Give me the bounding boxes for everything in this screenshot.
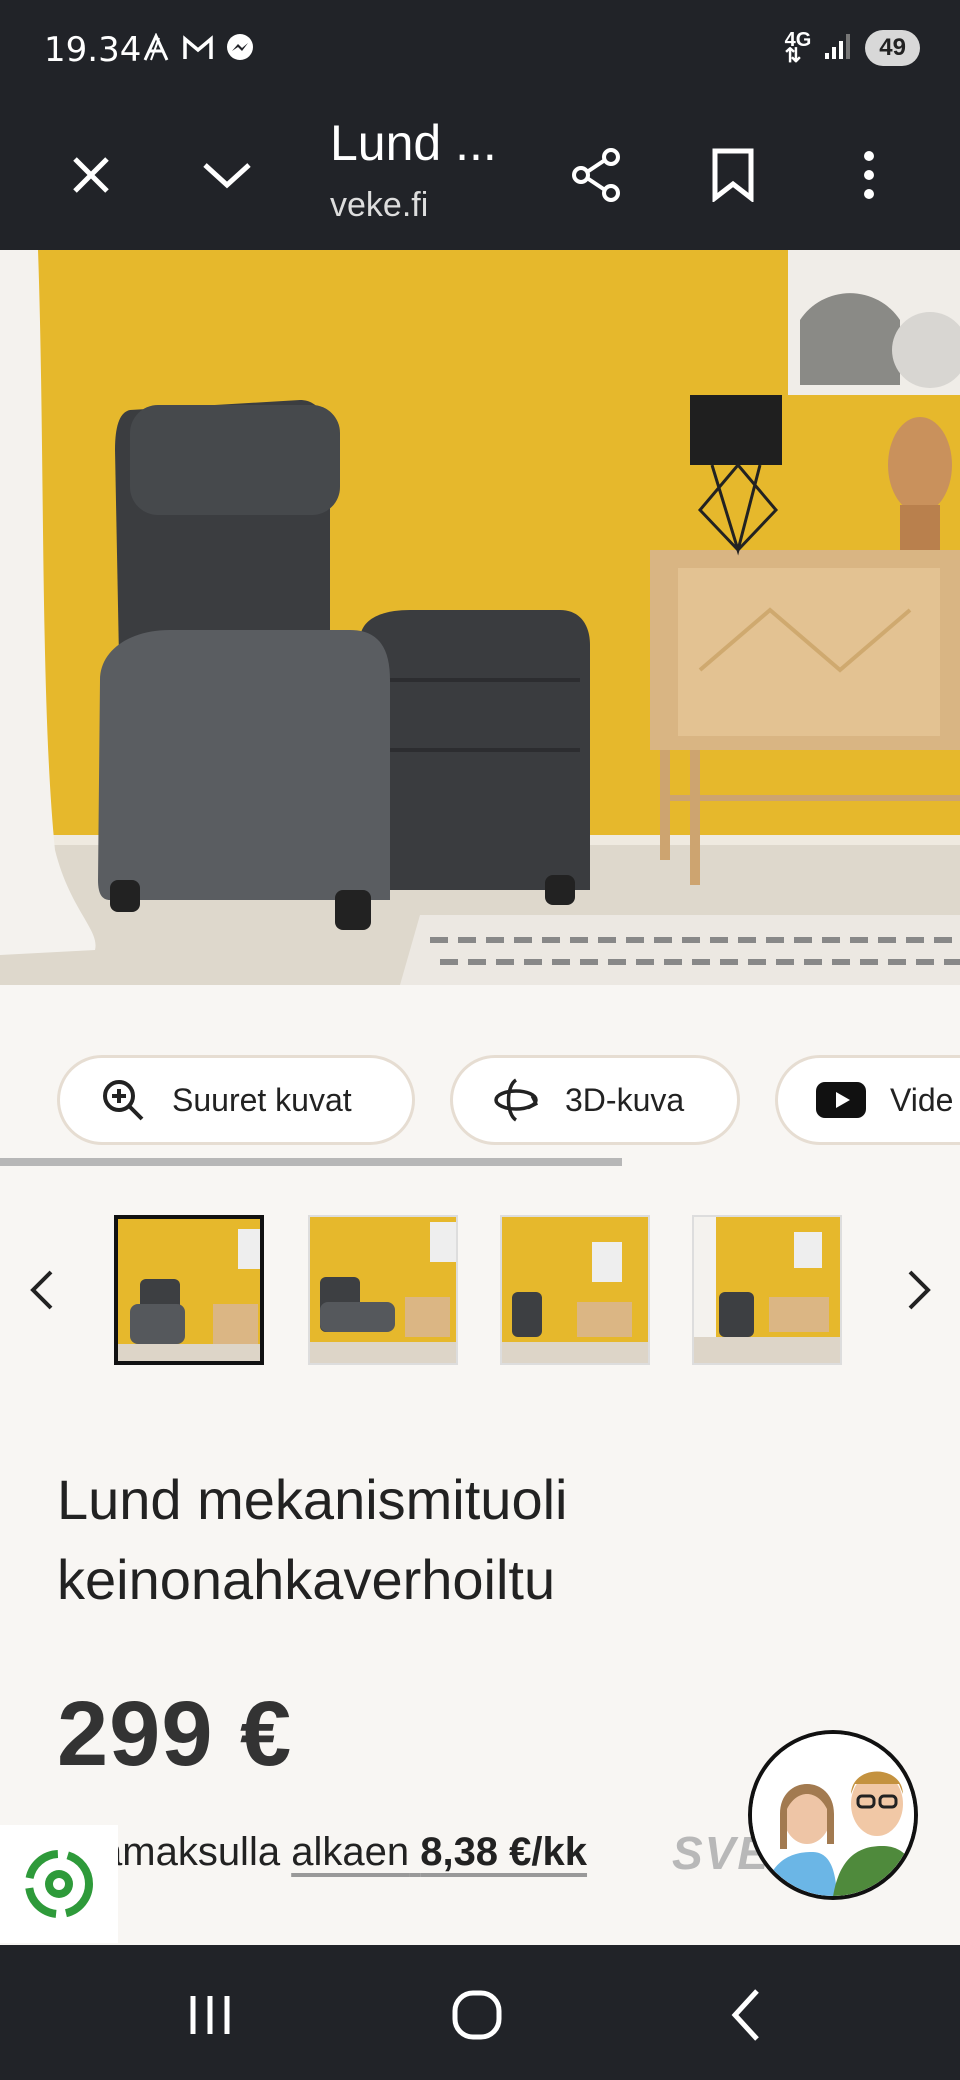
thumbnail-1[interactable] — [114, 1215, 264, 1365]
thumbnail-3[interactable] — [500, 1215, 650, 1365]
status-bar: 19.34 4G ⇅ 49 — [0, 0, 960, 100]
financing-info: ämaksulla alkaen 8,38 €/kk — [100, 1830, 587, 1875]
large-images-button[interactable]: Suuret kuvat — [57, 1055, 415, 1145]
page-title[interactable]: Lund ... — [330, 114, 497, 172]
eco-badge[interactable] — [0, 1825, 118, 1943]
youtube-icon — [816, 1075, 866, 1125]
3d-view-label: 3D-kuva — [565, 1081, 685, 1118]
close-icon[interactable] — [56, 140, 126, 210]
messenger-icon — [224, 32, 256, 64]
rotate-3d-icon — [491, 1075, 541, 1125]
product-hero-image[interactable] — [0, 250, 960, 985]
financing-link-text: alkaen — [291, 1830, 410, 1874]
recent-apps-icon[interactable] — [170, 1975, 250, 2055]
financing-prefix: ämaksulla — [100, 1830, 281, 1874]
more-menu-icon[interactable] — [834, 140, 904, 210]
video-button[interactable]: Vide — [775, 1055, 960, 1145]
chevron-right-icon[interactable] — [895, 1260, 945, 1320]
notification-a-icon — [140, 32, 172, 64]
product-title: Lund mekanismituoli keinonahkaverhoiltu — [57, 1468, 568, 1611]
page-url[interactable]: veke.fi — [330, 186, 428, 225]
bookmark-icon[interactable] — [698, 140, 768, 210]
large-images-label: Suuret kuvat — [172, 1081, 352, 1118]
signal-icon — [823, 31, 853, 66]
thumbnail-4[interactable] — [692, 1215, 842, 1365]
chevron-down-icon[interactable] — [192, 140, 262, 210]
network-4g-icon: 4G ⇅ — [784, 29, 812, 67]
chat-assistant-avatar[interactable] — [748, 1730, 918, 1900]
financing-amount: 8,38 €/kk — [420, 1830, 588, 1874]
chevron-left-icon[interactable] — [16, 1260, 66, 1320]
financing-link[interactable]: alkaen 8,38 €/kk — [291, 1830, 587, 1874]
recycle-icon — [25, 1850, 93, 1918]
thumbnail-2[interactable] — [308, 1215, 458, 1365]
home-icon[interactable] — [437, 1975, 517, 2055]
thumbnail-strip — [0, 1210, 960, 1370]
status-time: 19.34 — [44, 30, 142, 70]
chip-scroll-indicator — [0, 1158, 622, 1166]
system-nav-bar — [0, 1945, 960, 2080]
share-icon[interactable] — [562, 140, 632, 210]
battery-indicator: 49 — [865, 30, 920, 66]
gmail-icon — [182, 32, 214, 64]
media-chip-row: Suuret kuvat 3D-kuva Vide — [0, 1055, 960, 1145]
back-icon[interactable] — [705, 1975, 785, 2055]
3d-view-button[interactable]: 3D-kuva — [450, 1055, 740, 1145]
zoom-in-icon — [98, 1075, 148, 1125]
product-price: 299 € — [57, 1683, 293, 1785]
video-label: Vide — [890, 1081, 954, 1118]
browser-toolbar: Lund ... veke.fi — [0, 100, 960, 250]
